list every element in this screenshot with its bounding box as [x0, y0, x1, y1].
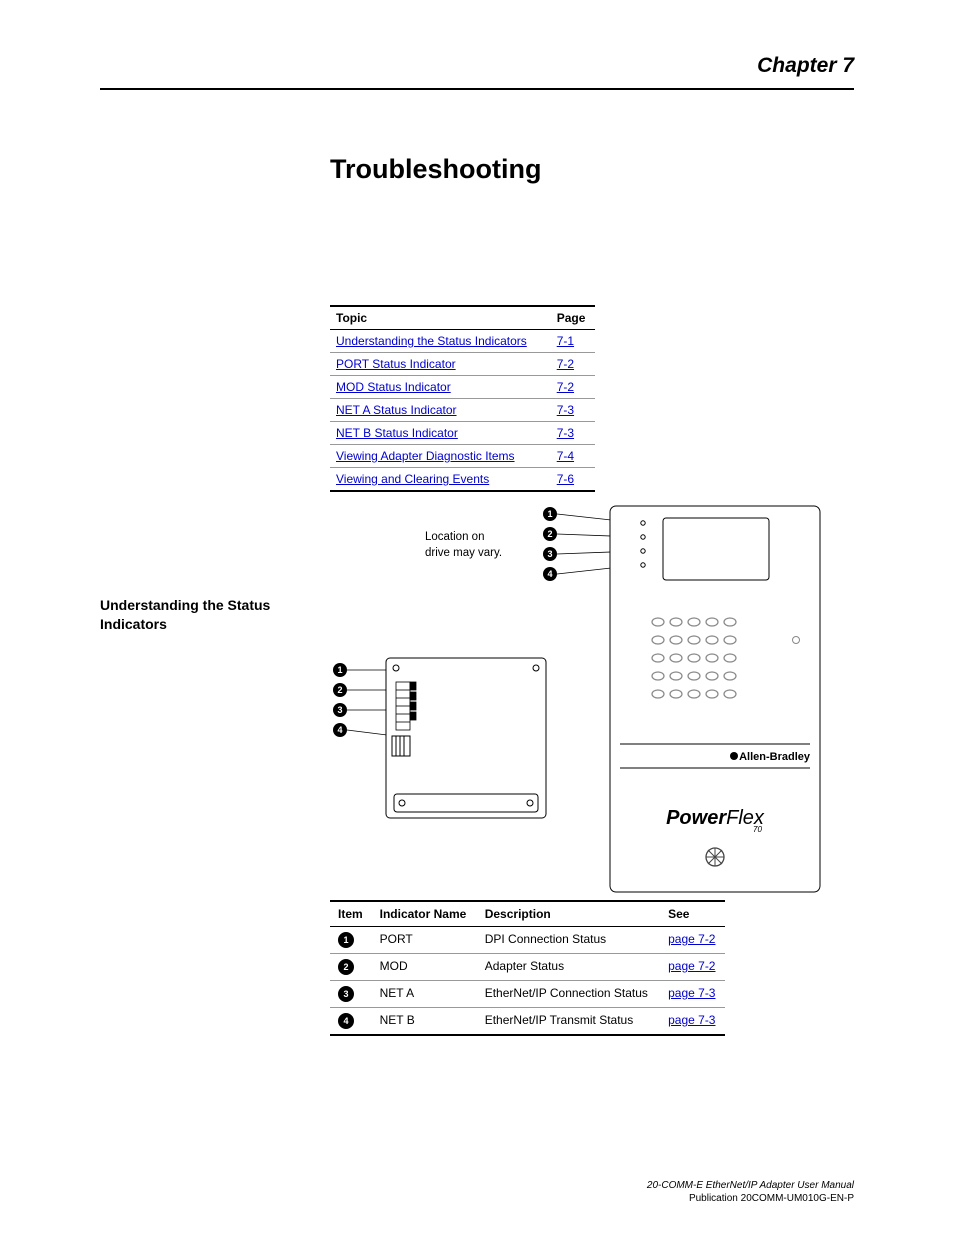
page-link[interactable]: 7-2 — [557, 380, 574, 394]
svg-text:1: 1 — [337, 665, 342, 675]
table-row: NET A Status Indicator 7-3 — [330, 399, 595, 422]
status-figure: Location on drive may vary. 1 2 3 4 — [330, 504, 854, 894]
page-link[interactable]: 7-3 — [557, 426, 574, 440]
row-num-icon: 4 — [338, 1013, 354, 1029]
svg-text:3: 3 — [547, 549, 552, 559]
table-row: 3 NET A EtherNet/IP Connection Status pa… — [330, 981, 725, 1008]
table-row: Understanding the Status Indicators 7-1 — [330, 330, 595, 353]
indicator-table: Item Indicator Name Description See 1 PO… — [330, 900, 725, 1036]
table-header: Topic Page — [330, 306, 595, 330]
row-name: PORT — [372, 927, 477, 954]
topic-link[interactable]: Viewing Adapter Diagnostic Items — [336, 449, 515, 463]
table-row: 1 PORT DPI Connection Status page 7-2 — [330, 927, 725, 954]
row-see-link[interactable]: page 7-3 — [668, 986, 715, 1000]
row-num-icon: 1 — [338, 932, 354, 948]
svg-text:3: 3 — [337, 705, 342, 715]
page-footer: 20-COMM-E EtherNet/IP Adapter User Manua… — [647, 1179, 854, 1205]
svg-text:4: 4 — [337, 725, 342, 735]
page-title: Troubleshooting — [330, 154, 854, 185]
topic-link[interactable]: PORT Status Indicator — [336, 357, 456, 371]
svg-text:2: 2 — [337, 685, 342, 695]
page-link[interactable]: 7-3 — [557, 403, 574, 417]
col-topic: Topic — [330, 306, 551, 330]
col-page: Page — [551, 306, 595, 330]
row-see-link[interactable]: page 7-3 — [668, 1013, 715, 1027]
table-row: Viewing and Clearing Events 7-6 — [330, 468, 595, 492]
row-name: NET A — [372, 981, 477, 1008]
svg-text:Allen-Bradley: Allen-Bradley — [739, 751, 811, 763]
table-row: 4 NET B EtherNet/IP Transmit Status page… — [330, 1008, 725, 1036]
chapter-label: Chapter 7 — [100, 54, 854, 90]
row-see-link[interactable]: page 7-2 — [668, 932, 715, 946]
svg-text:70: 70 — [753, 825, 762, 834]
table-header: Item Indicator Name Description See — [330, 901, 725, 927]
svg-text:2: 2 — [547, 529, 552, 539]
row-desc: EtherNet/IP Connection Status — [477, 981, 660, 1008]
row-see-link[interactable]: page 7-2 — [668, 959, 715, 973]
svg-text:PowerFlex: PowerFlex — [666, 807, 765, 829]
col-item: Item — [330, 901, 372, 927]
table-row: NET B Status Indicator 7-3 — [330, 422, 595, 445]
section-heading-line2: Indicators — [100, 616, 167, 632]
col-name: Indicator Name — [372, 901, 477, 927]
topic-link[interactable]: MOD Status Indicator — [336, 380, 451, 394]
svg-text:1: 1 — [547, 509, 552, 519]
table-row: Viewing Adapter Diagnostic Items 7-4 — [330, 445, 595, 468]
section-heading: Understanding the Status Indicators — [100, 596, 330, 634]
footer-pub: Publication 20COMM-UM010G-EN-P — [647, 1192, 854, 1205]
figure-note-line2: drive may vary. — [425, 547, 502, 559]
row-name: NET B — [372, 1008, 477, 1036]
table-row: MOD Status Indicator 7-2 — [330, 376, 595, 399]
row-desc: DPI Connection Status — [477, 927, 660, 954]
row-desc: EtherNet/IP Transmit Status — [477, 1008, 660, 1036]
col-desc: Description — [477, 901, 660, 927]
page-link[interactable]: 7-4 — [557, 449, 574, 463]
col-see: See — [660, 901, 725, 927]
footer-title: 20-COMM-E EtherNet/IP Adapter User Manua… — [647, 1179, 854, 1192]
page-link[interactable]: 7-1 — [557, 334, 574, 348]
page-link[interactable]: 7-6 — [557, 472, 574, 486]
topic-link[interactable]: Understanding the Status Indicators — [336, 334, 527, 348]
module-diagram: 1 2 3 4 — [330, 654, 555, 834]
row-desc: Adapter Status — [477, 954, 660, 981]
section-heading-line1: Understanding the Status — [100, 597, 270, 613]
table-row: 2 MOD Adapter Status page 7-2 — [330, 954, 725, 981]
drive-diagram: 1 2 3 4 — [538, 504, 823, 894]
figure-note-line1: Location on — [425, 531, 484, 543]
topic-link[interactable]: Viewing and Clearing Events — [336, 472, 489, 486]
topic-table: Topic Page Understanding the Status Indi… — [330, 305, 595, 492]
row-name: MOD — [372, 954, 477, 981]
svg-text:4: 4 — [547, 569, 552, 579]
table-row: PORT Status Indicator 7-2 — [330, 353, 595, 376]
row-num-icon: 3 — [338, 986, 354, 1002]
figure-note: Location on drive may vary. — [425, 530, 502, 561]
page-link[interactable]: 7-2 — [557, 357, 574, 371]
topic-link[interactable]: NET B Status Indicator — [336, 426, 458, 440]
row-num-icon: 2 — [338, 959, 354, 975]
topic-link[interactable]: NET A Status Indicator — [336, 403, 457, 417]
